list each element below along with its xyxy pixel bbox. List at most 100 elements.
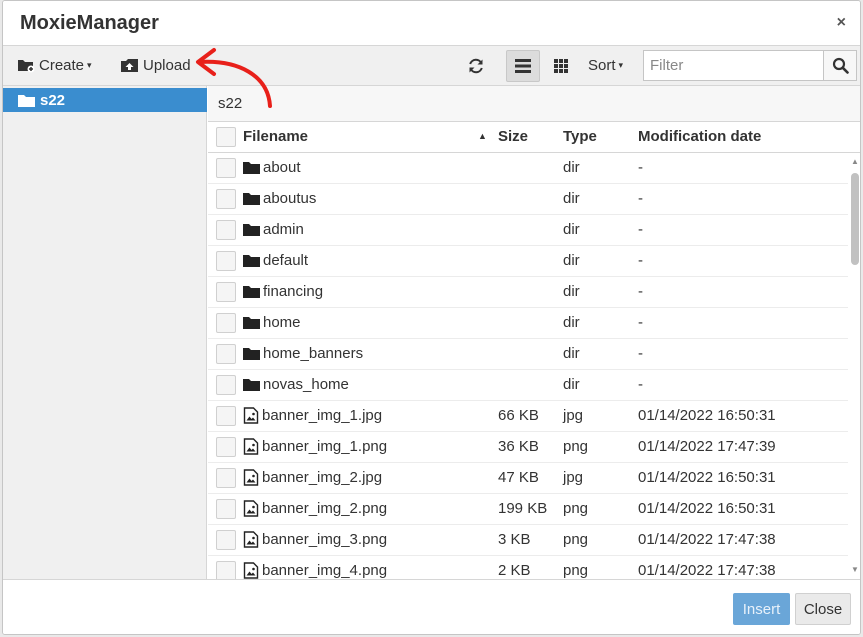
file-name-label: novas_home: [263, 376, 349, 393]
table-row[interactable]: banner_img_1.jpg 66 KB jpg 01/14/2022 16:50…: [208, 401, 848, 432]
upload-button[interactable]: Upload: [120, 46, 191, 84]
table-row[interactable]: default dir -: [208, 246, 848, 277]
close-icon[interactable]: ×: [837, 14, 846, 32]
table-row[interactable]: admin dir -: [208, 215, 848, 246]
sort-ascending-icon: ▲: [478, 131, 487, 141]
file-name[interactable]: novas_home: [243, 376, 349, 393]
list-view-icon: [515, 59, 531, 73]
refresh-icon: [469, 58, 483, 74]
file-name[interactable]: financing: [243, 283, 323, 300]
list-view-button[interactable]: [506, 50, 540, 82]
file-name[interactable]: admin: [243, 221, 304, 238]
row-checkbox[interactable]: [216, 499, 236, 519]
close-button[interactable]: Close: [795, 593, 851, 625]
row-checkbox[interactable]: [216, 344, 236, 364]
file-list: about dir - aboutus dir - admin dir - default dir -…: [208, 153, 848, 579]
table-row[interactable]: banner_img_4.png 2 KB png 01/14/2022 17:47:…: [208, 556, 848, 579]
file-name[interactable]: banner_img_2.jpg: [243, 469, 382, 486]
file-name[interactable]: aboutus: [243, 190, 316, 207]
image-file-icon: [243, 562, 259, 579]
row-checkbox[interactable]: [216, 437, 236, 457]
file-type: dir: [563, 221, 580, 238]
folder-icon: [18, 94, 35, 107]
row-checkbox[interactable]: [216, 251, 236, 271]
row-checkbox[interactable]: [216, 189, 236, 209]
folder-icon: [243, 317, 260, 329]
file-name[interactable]: banner_img_1.png: [243, 438, 387, 455]
table-row[interactable]: banner_img_2.jpg 47 KB jpg 01/14/2022 16:50…: [208, 463, 848, 494]
create-button[interactable]: Create ▾: [17, 46, 92, 84]
vertical-scrollbar[interactable]: ▲ ▼: [848, 153, 860, 579]
file-name-label: default: [263, 252, 309, 269]
scrollbar-thumb[interactable]: [851, 173, 859, 265]
row-checkbox[interactable]: [216, 220, 236, 240]
folder-icon: [243, 224, 260, 236]
insert-button[interactable]: Insert: [733, 593, 790, 625]
file-name[interactable]: home_banners: [243, 345, 363, 362]
file-name-label: home_banners: [263, 345, 364, 362]
table-row[interactable]: home_banners dir -: [208, 339, 848, 370]
table-row[interactable]: banner_img_3.png 3 KB png 01/14/2022 17:47:…: [208, 525, 848, 556]
filter-input[interactable]: [643, 50, 823, 81]
file-name[interactable]: banner_img_1.jpg: [243, 407, 382, 424]
file-manager-dialog: MoxieManager × Create ▾ Upload Sort ▾ Fi…: [2, 0, 861, 635]
search-button[interactable]: [823, 50, 857, 81]
table-row[interactable]: home dir -: [208, 308, 848, 339]
thumbnail-view-button[interactable]: [544, 50, 578, 82]
file-modified: -: [638, 221, 643, 238]
create-label: Create: [39, 56, 85, 74]
sort-button[interactable]: Sort ▾: [588, 46, 623, 84]
file-name[interactable]: home: [243, 314, 301, 331]
table-row[interactable]: banner_img_2.png 199 KB png 01/14/2022 16:5…: [208, 494, 848, 525]
row-checkbox[interactable]: [216, 158, 236, 178]
file-type: dir: [563, 159, 580, 176]
file-name[interactable]: banner_img_4.png: [243, 562, 387, 579]
folder-icon: [243, 379, 260, 391]
folder-icon: [243, 193, 260, 205]
file-size: 47 KB: [498, 469, 539, 486]
scroll-up-icon[interactable]: ▲: [850, 157, 860, 167]
file-type: dir: [563, 283, 580, 300]
table-row[interactable]: novas_home dir -: [208, 370, 848, 401]
row-checkbox[interactable]: [216, 313, 236, 333]
row-checkbox[interactable]: [216, 406, 236, 426]
image-file-icon: [243, 469, 259, 486]
file-modified: 01/14/2022 17:47:38: [638, 562, 776, 579]
table-row[interactable]: aboutus dir -: [208, 184, 848, 215]
table-row[interactable]: about dir -: [208, 153, 848, 184]
file-type: png: [563, 562, 589, 579]
new-folder-icon: [18, 59, 35, 72]
image-file-icon: [243, 407, 259, 424]
column-size[interactable]: Size: [498, 128, 528, 145]
file-name-label: banner_img_2.jpg: [262, 469, 383, 486]
file-name-label: banner_img_4.png: [262, 562, 388, 579]
file-name[interactable]: banner_img_3.png: [243, 531, 387, 548]
file-name[interactable]: about: [243, 159, 301, 176]
file-modified: -: [638, 376, 643, 393]
title-bar: MoxieManager ×: [3, 1, 860, 46]
file-name-label: banner_img_1.png: [262, 438, 388, 455]
scroll-down-icon[interactable]: ▼: [850, 565, 860, 575]
row-checkbox[interactable]: [216, 530, 236, 550]
file-type: dir: [563, 190, 580, 207]
row-checkbox[interactable]: [216, 561, 236, 579]
column-filename[interactable]: Filename: [243, 128, 308, 145]
row-checkbox[interactable]: [216, 375, 236, 395]
file-modified: 01/14/2022 16:50:31: [638, 407, 776, 424]
refresh-button[interactable]: [459, 50, 493, 82]
breadcrumb-path[interactable]: s22: [218, 95, 242, 112]
image-file-icon: [243, 438, 259, 455]
file-name-label: aboutus: [263, 190, 317, 207]
table-row[interactable]: banner_img_1.png 36 KB png 01/14/2022 17:47…: [208, 432, 848, 463]
row-checkbox[interactable]: [216, 282, 236, 302]
tree-item-s22[interactable]: s22: [3, 88, 207, 112]
table-row[interactable]: financing dir -: [208, 277, 848, 308]
file-name[interactable]: default: [243, 252, 308, 269]
column-modified[interactable]: Modification date: [638, 128, 761, 145]
file-type: dir: [563, 376, 580, 393]
file-size: 2 KB: [498, 562, 531, 579]
select-all-checkbox[interactable]: [216, 127, 236, 147]
row-checkbox[interactable]: [216, 468, 236, 488]
file-name[interactable]: banner_img_2.png: [243, 500, 387, 517]
column-type[interactable]: Type: [563, 128, 597, 145]
